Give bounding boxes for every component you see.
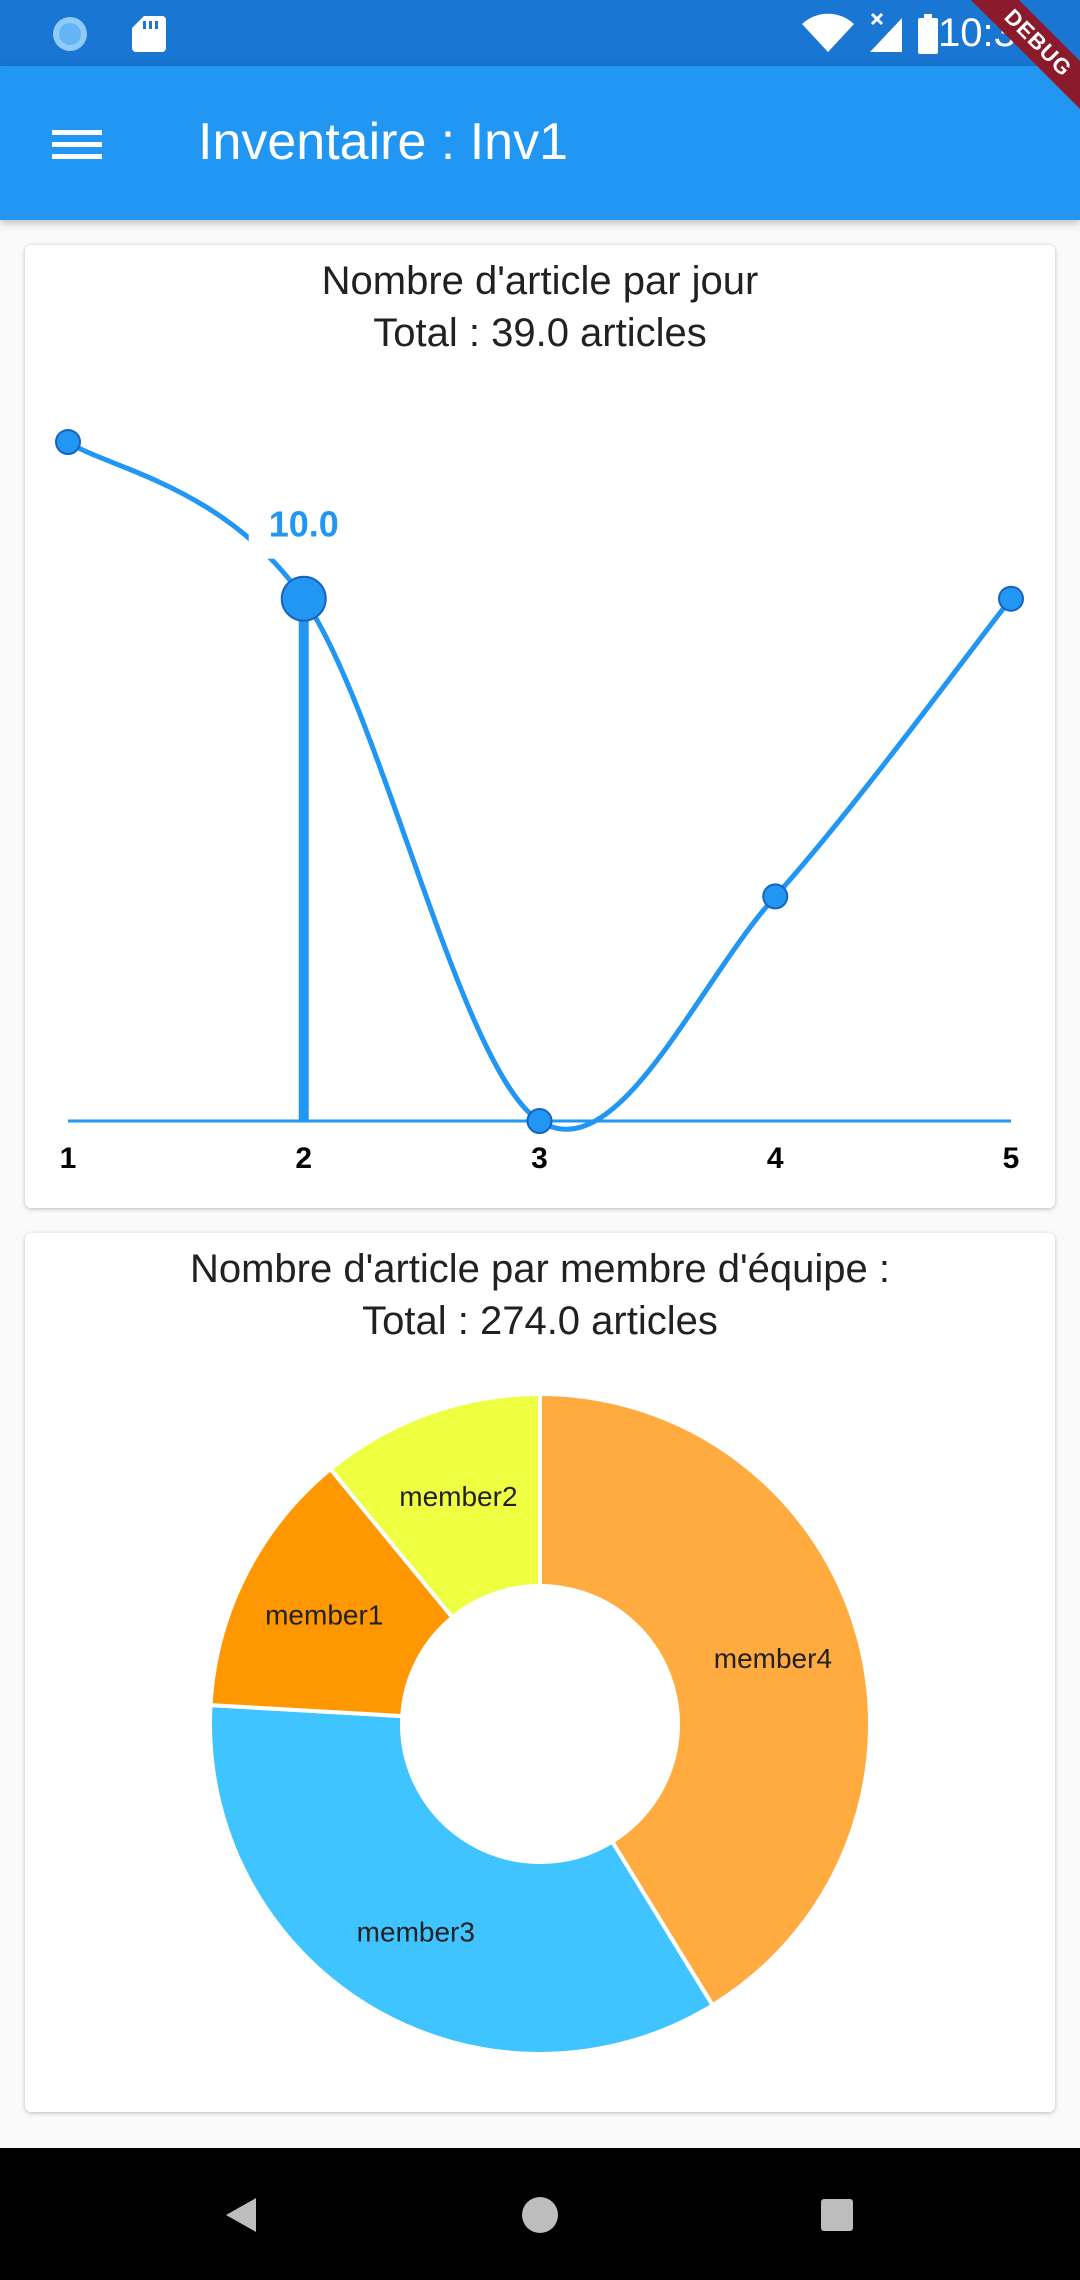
battery-icon <box>918 14 938 54</box>
home-icon[interactable] <box>522 2197 558 2233</box>
line-chart[interactable]: 10.0 1 2 3 4 5 <box>25 245 1055 1208</box>
wifi-icon <box>802 13 854 52</box>
hamburger-menu-icon <box>52 130 102 159</box>
pie-chart-title: Nombre d'article par membre d'équipe : <box>189 1247 891 1291</box>
status-left-icons <box>53 16 166 52</box>
app-bar: Inventaire : Inv1 <box>0 66 1080 220</box>
status-bar: 10:32 <box>0 0 1080 66</box>
signal-icon <box>870 12 902 52</box>
recents-icon[interactable] <box>821 2199 853 2231</box>
tooltip-value: 10.0 <box>269 504 339 545</box>
data-point <box>55 429 81 455</box>
daily-articles-card: Nombre d'article par jour Total : 39.0 a… <box>25 245 1055 1208</box>
data-point <box>526 1108 553 1134</box>
donut-chart[interactable]: member4 member3 member1 member2 <box>25 1233 1055 2112</box>
sync-icon <box>53 17 87 51</box>
line-chart-total: Total : 39.0 articles <box>373 311 707 355</box>
slice-label: member2 <box>399 1481 517 1512</box>
pie-chart-total: Total : 274.0 articles <box>362 1299 718 1343</box>
x-tick-label: 3 <box>531 1142 548 1175</box>
slice-label: member3 <box>357 1917 475 1948</box>
slice-member3 <box>208 1702 716 2056</box>
data-point <box>998 585 1024 612</box>
x-tick-label: 2 <box>295 1142 312 1175</box>
slice-label: member4 <box>714 1643 832 1674</box>
page-title: Inventaire : Inv1 <box>198 113 568 171</box>
x-tick-label: 1 <box>60 1142 77 1175</box>
x-tick-label: 5 <box>1003 1142 1020 1175</box>
series-line <box>66 439 1013 1132</box>
member-articles-card: Nombre d'article par membre d'équipe : T… <box>25 1233 1055 2112</box>
line-chart-title: Nombre d'article par jour <box>321 259 759 303</box>
sd-card-icon <box>132 16 166 52</box>
navigation-bar <box>0 2148 1080 2280</box>
data-point <box>762 883 789 910</box>
menu-button[interactable] <box>40 110 112 174</box>
x-tick-label: 4 <box>767 1142 784 1175</box>
data-point <box>280 575 327 622</box>
slice-label: member1 <box>265 1599 383 1630</box>
back-icon[interactable] <box>226 2198 256 2232</box>
